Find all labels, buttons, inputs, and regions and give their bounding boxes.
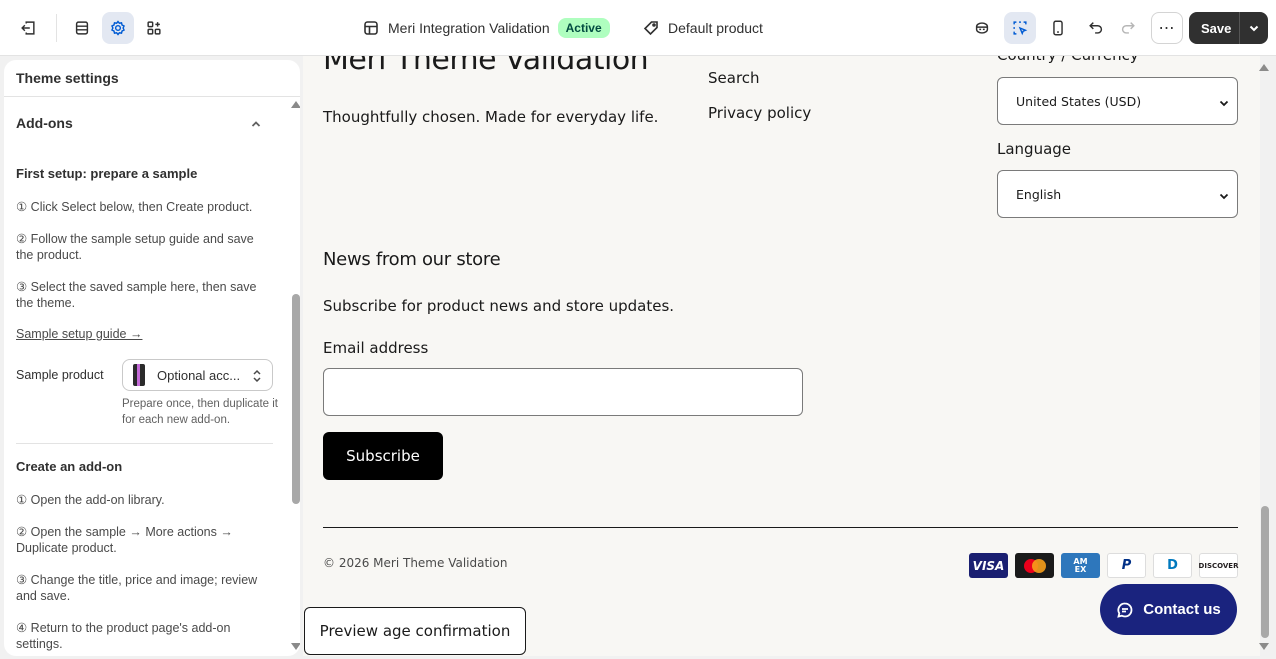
country-label: Country / Currency [997,56,1139,64]
preview-scrollbar[interactable] [1261,506,1269,638]
gear-icon [111,20,125,36]
exit-icon [21,21,35,35]
save-button-group: Save [1189,12,1268,44]
save-options-button[interactable] [1240,12,1268,44]
redo-button[interactable] [1112,12,1144,44]
chat-icon [1117,602,1133,618]
editor-topbar: Meri Integration Validation Active Defau… [0,0,1276,56]
mobile-preview-button[interactable] [1042,12,1074,44]
preview-scroll-up-arrow[interactable] [1259,64,1269,71]
app-embeds-button[interactable] [138,12,170,44]
sections-icon [75,21,89,35]
create-addon-heading: Create an add-on [16,459,123,474]
apps-icon [147,21,161,35]
country-select[interactable]: United States (USD) [997,77,1238,125]
scroll-down-arrow[interactable] [291,643,300,650]
email-label: Email address [323,339,429,357]
newsletter-subtext: Subscribe for product news and store upd… [323,297,675,315]
theme-name: Meri Integration Validation [388,20,550,36]
more-actions-button[interactable]: ⋯ [1151,12,1183,44]
collapse-button[interactable] [249,117,263,131]
mastercard-icon [1015,553,1054,578]
sample-product-value: Optional acc... [157,367,241,383]
divider [16,443,273,444]
preview-scroll-down-arrow[interactable] [1259,643,1269,650]
visa-icon: VISA [969,553,1008,578]
amex-icon: AM EX [1061,553,1100,578]
paypal-icon: P [1107,553,1146,578]
newsletter-heading: News from our store [323,249,501,270]
exit-button[interactable] [12,12,44,44]
template-selector[interactable]: Default product [643,16,763,40]
chevron-down-icon [1219,189,1229,200]
select-tool-button[interactable] [1004,12,1036,44]
section-heading-addons[interactable]: Add-ons [16,115,73,131]
first-setup-heading: First setup: prepare a sample [16,166,198,181]
sections-button[interactable] [66,12,98,44]
scroll-up-arrow[interactable] [291,101,300,108]
undo-icon [1089,22,1103,34]
inspector-button[interactable] [966,12,998,44]
sample-product-help: Prepare once, then duplicate it for each… [122,398,278,426]
language-select[interactable]: English [997,170,1238,218]
create-addon-step: ④ Return to the product page's add-on se… [16,621,231,651]
first-setup-step: ② Follow the sample setup guide and save… [16,232,254,262]
inspector-icon [975,22,989,34]
contact-us-label: Contact us [1143,601,1221,618]
create-addon-step: ③ Change the title, price and image; rev… [16,573,258,603]
sample-product-label: Sample product [16,368,104,382]
layout-icon [364,21,378,35]
contact-us-button[interactable]: Contact us [1100,584,1237,635]
discover-icon: DISCOVER [1199,553,1238,578]
subscribe-button[interactable]: Subscribe [323,432,443,480]
diners-icon: D [1153,553,1192,578]
redo-icon [1121,22,1135,34]
sample-product-select[interactable]: Optional acc... [122,359,273,391]
preview-age-confirmation-button[interactable]: Preview age confirmation [304,607,526,655]
language-value: English [1016,186,1062,202]
panel-scrollbar[interactable] [292,294,300,504]
email-input[interactable] [323,368,803,416]
create-addon-step: ① Open the add-on library. [16,493,165,507]
first-setup-step: ① Click Select below, then Create produc… [16,200,253,214]
theme-settings-button[interactable] [102,12,134,44]
chevron-down-icon [1249,25,1259,32]
country-value: United States (USD) [1016,93,1142,109]
chevron-down-icon [1219,96,1229,107]
create-addon-step: ② Open the sample → More actions → Dupli… [16,525,233,555]
select-caret-icon [250,368,264,384]
product-thumbnail [133,364,145,386]
copyright: © 2026 Meri Theme Validation [323,556,508,570]
select-icon [1013,21,1028,36]
theme-settings-panel: Theme settings Add-ons First setup: prep… [4,60,300,656]
tag-icon [643,21,658,36]
panel-title: Theme settings [16,70,119,86]
sample-setup-guide-link[interactable]: Sample setup guide → [16,327,142,341]
mobile-icon [1053,20,1063,36]
store-title: Meri Theme Validation [323,56,649,77]
chevron-up-icon [251,121,261,127]
first-setup-step: ③ Select the saved sample here, then sav… [16,280,257,310]
footer-divider [323,527,1238,528]
theme-selector[interactable]: Meri Integration Validation Active [363,16,610,40]
settings-scroll-area[interactable]: Add-ons First setup: prepare a sample ① … [4,97,284,656]
storefront-preview[interactable]: Meri Theme Validation Thoughtfully chose… [303,56,1260,656]
undo-button[interactable] [1080,12,1112,44]
store-tagline: Thoughtfully chosen. Made for everyday l… [323,108,659,126]
footer-link-search[interactable]: Search [708,69,760,87]
divider [56,14,57,42]
save-button[interactable]: Save [1189,12,1240,44]
language-label: Language [997,140,1072,158]
template-name: Default product [668,20,763,36]
footer-link-privacy[interactable]: Privacy policy [708,104,811,122]
status-badge: Active [557,18,610,38]
